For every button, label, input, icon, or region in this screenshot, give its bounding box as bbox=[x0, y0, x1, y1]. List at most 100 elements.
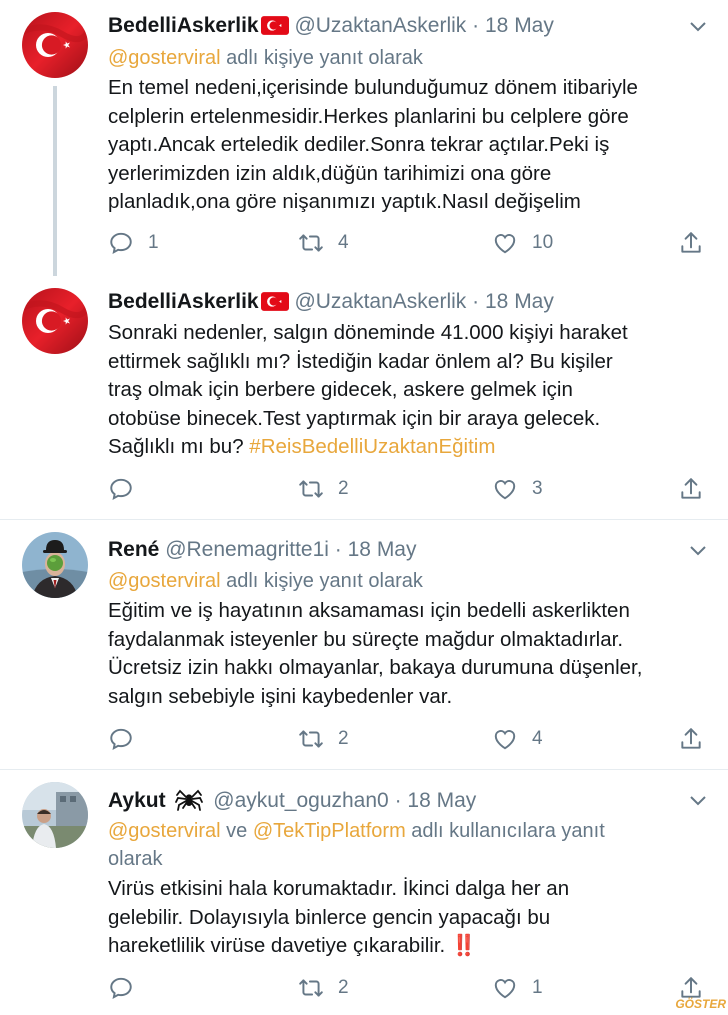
author-name[interactable]: BedelliAskerlik bbox=[108, 290, 259, 313]
tweet-line: En temel nedeni,içerisinde bulunduğumuz … bbox=[108, 76, 638, 99]
tweet-line: Virüs etkisini hala korumaktadır. İkinci… bbox=[108, 877, 570, 900]
avatar-rene[interactable] bbox=[22, 532, 88, 598]
tweet-date[interactable]: 18 May bbox=[407, 789, 476, 812]
tweet-line: Sonraki nedenler, salgın döneminde 41.00… bbox=[108, 321, 628, 344]
like-button[interactable]: 3 bbox=[492, 476, 543, 502]
reply-icon bbox=[108, 476, 134, 502]
reply-icon bbox=[108, 975, 134, 1001]
heart-icon bbox=[492, 975, 518, 1001]
tweet-text: Sonraki nedenler, salgın döneminde 41.00… bbox=[108, 319, 708, 462]
like-count: 10 bbox=[532, 232, 554, 253]
like-button[interactable]: 1 bbox=[492, 975, 543, 1001]
retweet-button[interactable]: 2 bbox=[298, 726, 349, 752]
like-button[interactable]: 4 bbox=[492, 726, 543, 752]
reply-context: @gosterviral adlı kişiye yanıt olarak bbox=[108, 44, 688, 72]
tweet-line: salgın sebebiyle işini kaybedenler var. bbox=[108, 684, 453, 708]
tweet-line: yaptı.Ancak erteledik dediler.Sonra tekr… bbox=[108, 133, 610, 156]
turkey-flag-icon bbox=[261, 16, 289, 35]
mention-link[interactable]: @gosterviral bbox=[108, 820, 221, 842]
hashtag-link[interactable]: #ReisBedelliUzaktanEğitim bbox=[249, 435, 495, 458]
reply-count: 1 bbox=[148, 232, 159, 253]
retweet-icon bbox=[298, 230, 324, 256]
tweet-text: Eğitim ve iş hayatının aksamaması için b… bbox=[108, 597, 708, 711]
tweet-line: otobüse binecek.Test yaptırmak için bir … bbox=[108, 406, 601, 430]
retweet-button[interactable]: 4 bbox=[298, 230, 349, 256]
author-name[interactable]: Aykut bbox=[108, 789, 166, 812]
share-button[interactable] bbox=[678, 726, 704, 752]
mention-link[interactable]: @TekTipPlatform bbox=[253, 820, 406, 842]
author-handle[interactable]: @aykut_oguzhan0 bbox=[213, 789, 388, 812]
author-handle[interactable]: @Renemagritte1i bbox=[165, 538, 329, 561]
tweet-4[interactable]: Aykut @aykut_oguzhan0 · 18 May @gostervi… bbox=[0, 770, 728, 1015]
reply-context-text: adlı kullanıcılara yanıt bbox=[405, 820, 605, 842]
tweet-line: hareketlilik virüse davetiye çıkarabilir… bbox=[108, 934, 477, 957]
separator-dot: · bbox=[334, 538, 342, 561]
retweet-count: 2 bbox=[338, 977, 349, 998]
tweet-actions: 2 1 bbox=[108, 975, 708, 1005]
share-icon bbox=[678, 726, 704, 752]
author-handle[interactable]: @UzaktanAskerlik bbox=[294, 14, 466, 37]
tweet-1[interactable]: BedelliAskerlik @UzaktanAskerlik · 18 Ma… bbox=[0, 0, 728, 280]
reply-context: @gosterviral ve @TekTipPlatform adlı kul… bbox=[108, 817, 688, 873]
tweet-line: faydalanmak isteyenler bu süreçte mağdur… bbox=[108, 627, 624, 651]
spider-icon bbox=[175, 789, 204, 811]
retweet-icon bbox=[298, 975, 324, 1001]
tweet-line: Eğitim ve iş hayatının aksamaması için b… bbox=[108, 599, 630, 622]
turkey-flag-icon bbox=[22, 12, 88, 78]
mention-link[interactable]: @gosterviral bbox=[108, 47, 221, 69]
chevron-down-icon[interactable] bbox=[688, 794, 708, 808]
tweet-line-text: Sağlıklı mı bu? bbox=[108, 435, 250, 458]
avatar-bedelliaskerlik[interactable] bbox=[22, 288, 88, 354]
retweet-button[interactable]: 2 bbox=[298, 975, 349, 1001]
share-button[interactable] bbox=[678, 476, 704, 502]
separator-dot: · bbox=[472, 290, 480, 313]
tweet-actions: 1 4 10 bbox=[108, 230, 708, 260]
reply-context-text: olarak bbox=[108, 848, 163, 870]
avatar-image bbox=[22, 532, 88, 598]
retweet-count: 4 bbox=[338, 232, 349, 253]
author-name[interactable]: BedelliAskerlik bbox=[108, 14, 259, 37]
retweet-button[interactable]: 2 bbox=[298, 476, 349, 502]
watermark: GÖSTER bbox=[675, 997, 726, 1011]
tweet-text: Virüs etkisini hala korumaktadır. İkinci… bbox=[108, 875, 708, 961]
reply-context-text: ve bbox=[220, 820, 253, 842]
author-handle[interactable]: @UzaktanAskerlik bbox=[294, 290, 466, 313]
chevron-down-icon[interactable] bbox=[688, 544, 708, 558]
separator-dot: · bbox=[394, 789, 402, 812]
like-count: 4 bbox=[532, 728, 543, 749]
tweet-date[interactable]: 18 May bbox=[485, 290, 554, 313]
tweet-actions: 2 4 bbox=[108, 726, 708, 756]
share-button[interactable] bbox=[678, 230, 704, 256]
retweet-count: 2 bbox=[338, 728, 349, 749]
chevron-down-icon[interactable] bbox=[688, 20, 708, 34]
avatar-bedelliaskerlik[interactable] bbox=[22, 12, 88, 78]
like-count: 3 bbox=[532, 478, 543, 499]
tweet-date[interactable]: 18 May bbox=[485, 14, 554, 37]
reply-icon bbox=[108, 230, 134, 256]
avatar-aykut[interactable] bbox=[22, 782, 88, 848]
avatar-image bbox=[22, 782, 88, 848]
reply-context: @gosterviral adlı kişiye yanıt olarak bbox=[108, 567, 688, 595]
retweet-icon bbox=[298, 476, 324, 502]
heart-icon bbox=[492, 476, 518, 502]
tweet-line: yerlerimizden izin aldık,düğün tarihimiz… bbox=[108, 161, 552, 185]
reply-button[interactable]: 1 bbox=[108, 230, 159, 256]
tweet-line: ettirmek sağlıklı mı? İstediğin kadar ön… bbox=[108, 349, 613, 373]
like-button[interactable]: 10 bbox=[492, 230, 553, 256]
reply-button[interactable] bbox=[108, 975, 148, 1001]
reply-icon bbox=[108, 726, 134, 752]
tweet-actions: 2 3 bbox=[108, 476, 708, 506]
retweet-icon bbox=[298, 726, 324, 752]
reply-button[interactable] bbox=[108, 726, 148, 752]
reply-context-text: adlı kişiye yanıt olarak bbox=[220, 570, 423, 592]
tweet-line: Sağlıklı mı bu? #ReisBedelliUzaktanEğiti… bbox=[108, 433, 708, 462]
reply-button[interactable] bbox=[108, 476, 148, 502]
tweet-date[interactable]: 18 May bbox=[348, 538, 417, 561]
tweet-header: BedelliAskerlik @UzaktanAskerlik · 18 Ma… bbox=[108, 289, 554, 315]
tweet-2[interactable]: BedelliAskerlik @UzaktanAskerlik · 18 Ma… bbox=[0, 280, 728, 520]
tweet-3[interactable]: René @Renemagritte1i · 18 May @gostervir… bbox=[0, 520, 728, 770]
mention-link[interactable]: @gosterviral bbox=[108, 570, 221, 592]
reply-context-text: adlı kişiye yanıt olarak bbox=[220, 47, 423, 69]
author-name[interactable]: René bbox=[108, 538, 159, 561]
tweet-line: celplerin ertelenmesidir.Herkes planlari… bbox=[108, 104, 629, 128]
